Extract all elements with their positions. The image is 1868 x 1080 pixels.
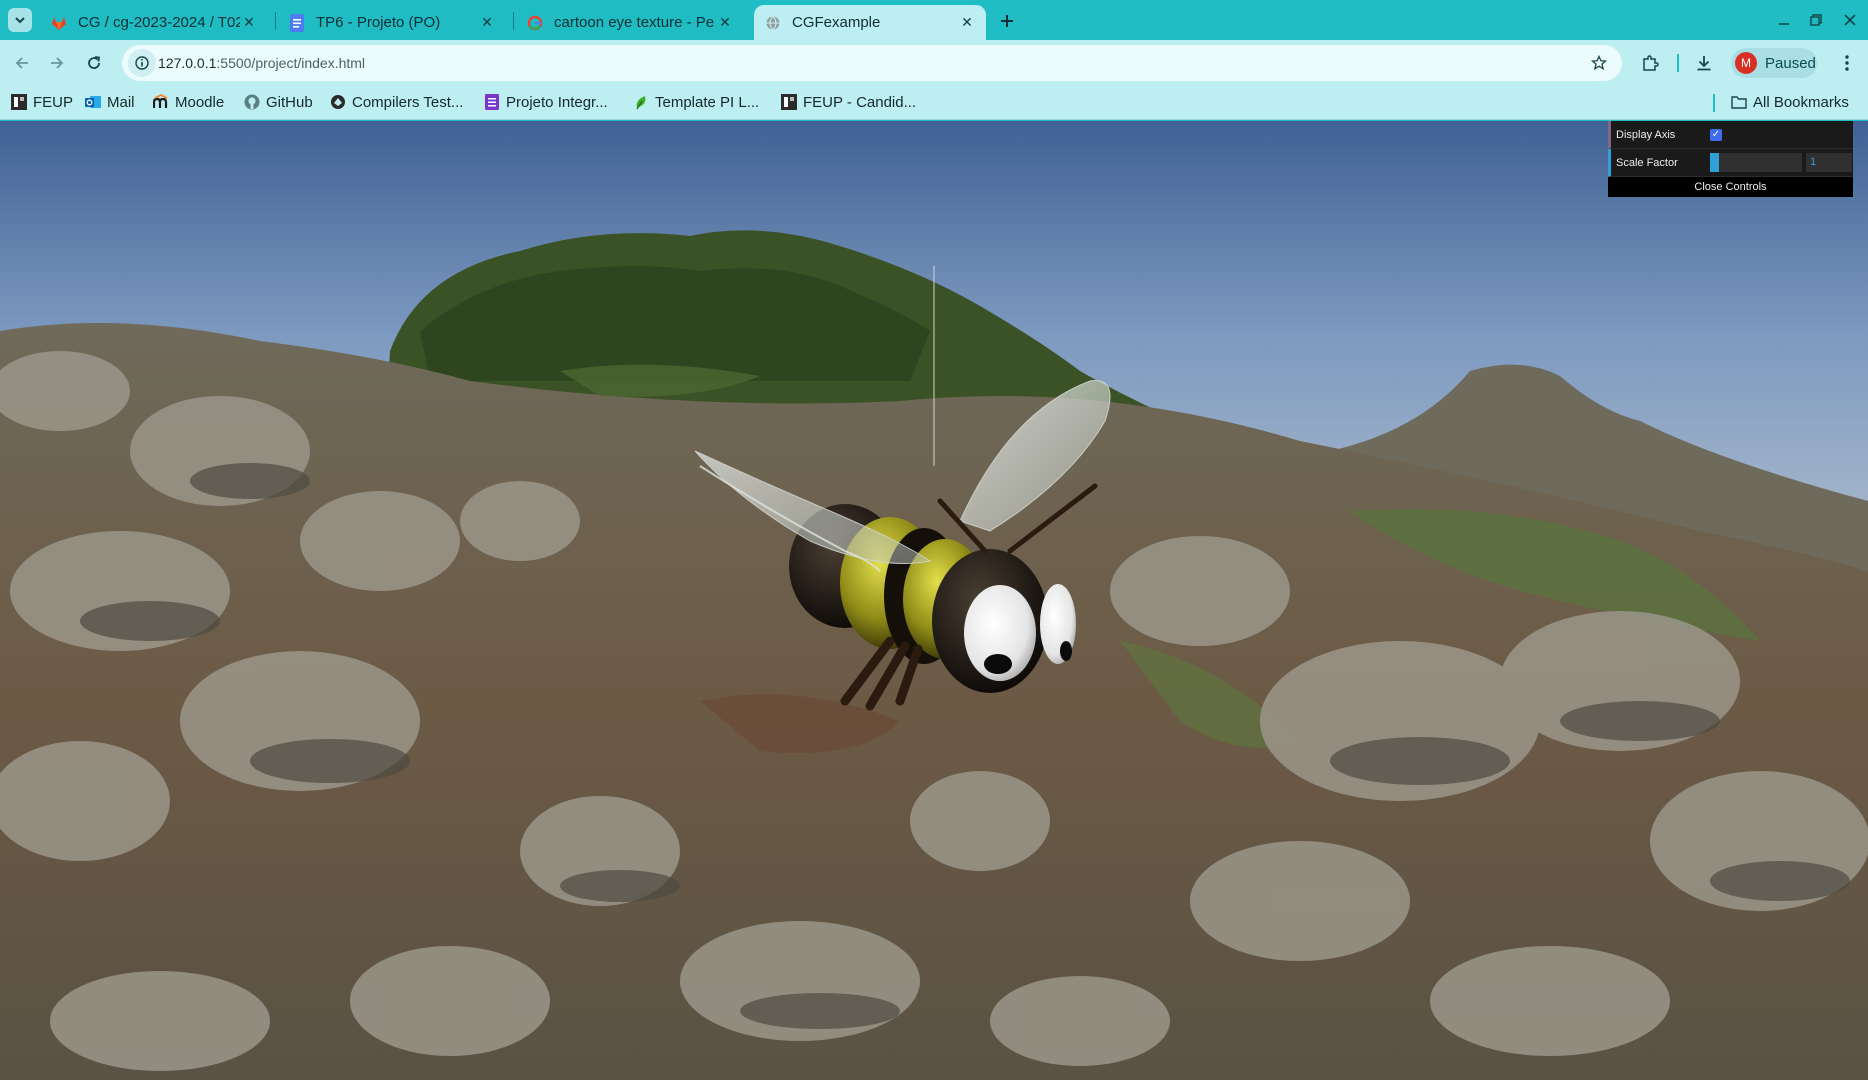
leaf-icon <box>633 94 649 110</box>
tab-search-button[interactable] <box>8 8 32 32</box>
bookmark-label: Mail <box>107 93 135 111</box>
forward-button[interactable] <box>42 48 72 78</box>
toolbar-separator <box>1677 54 1679 72</box>
bookmark-moodle[interactable]: Moodle <box>153 89 224 115</box>
close-icon <box>1844 14 1856 26</box>
reload-button[interactable] <box>79 48 109 78</box>
scale-factor-label: Scale Factor <box>1616 156 1678 169</box>
tab-docs[interactable]: TP6 - Projeto (PO) ✕ <box>278 5 506 40</box>
tab-strip: CG / cg-2023-2024 / T02 ✕ TP6 - Projeto … <box>0 0 1868 40</box>
scale-factor-row: Scale Factor 1 <box>1608 149 1853 177</box>
compilers-icon <box>330 94 346 110</box>
bookmark-star-button[interactable] <box>1588 52 1610 74</box>
profile-status: Paused <box>1765 54 1816 72</box>
moodle-icon <box>153 94 169 110</box>
outlook-icon <box>85 94 101 110</box>
back-button[interactable] <box>7 48 37 78</box>
close-icon[interactable]: ✕ <box>958 14 976 32</box>
minimize-icon <box>1779 23 1789 25</box>
extensions-button[interactable] <box>1637 50 1663 76</box>
scale-factor-slider-fill <box>1710 153 1720 172</box>
gitlab-icon <box>50 14 68 32</box>
chevron-down-icon <box>15 17 25 24</box>
tab-title: CG / cg-2023-2024 / T02 <box>78 14 240 31</box>
google-icon <box>526 14 544 32</box>
feup-icon <box>11 94 27 110</box>
display-axis-label: Display Axis <box>1616 128 1676 141</box>
puzzle-icon <box>1643 55 1659 71</box>
display-axis-row[interactable]: Display Axis ✓ <box>1608 121 1853 149</box>
new-tab-button[interactable] <box>994 8 1020 34</box>
site-info-button[interactable] <box>128 49 156 77</box>
plus-icon <box>1001 15 1013 27</box>
bookmark-label: Template PI L... <box>655 93 760 111</box>
bookmark-mail[interactable]: Mail <box>85 89 135 115</box>
minimize-button[interactable] <box>1770 8 1798 32</box>
close-icon[interactable]: ✕ <box>716 14 734 32</box>
bookmark-feup[interactable]: FEUP <box>11 89 73 115</box>
bookmark-github[interactable]: GitHub <box>244 89 313 115</box>
download-icon <box>1697 56 1711 71</box>
tab-title: TP6 - Projeto (PO) <box>316 14 441 31</box>
scene-render <box>0 121 1868 1080</box>
browser-menu-button[interactable] <box>1834 50 1860 76</box>
reload-icon <box>88 56 101 69</box>
info-icon <box>135 56 149 70</box>
kebab-menu-icon <box>1845 55 1849 71</box>
profile-button[interactable]: M Paused <box>1731 48 1817 78</box>
star-icon <box>1591 55 1607 71</box>
scale-factor-input[interactable]: 1 <box>1806 153 1852 172</box>
feup-icon <box>781 94 797 110</box>
list-icon <box>484 94 500 110</box>
tab-title: cartoon eye texture - Pe <box>554 14 715 31</box>
tab-separator <box>513 12 514 30</box>
downloads-button[interactable] <box>1691 50 1717 76</box>
arrow-left-icon <box>15 57 28 69</box>
controls-panel: Display Axis ✓ Scale Factor 1 Close Cont… <box>1608 121 1853 197</box>
bookmark-template-pi[interactable]: Template PI L... <box>633 89 759 115</box>
bookmark-label: Projeto Integr... <box>506 93 608 111</box>
avatar: M <box>1735 52 1757 74</box>
close-controls-button[interactable]: Close Controls <box>1608 177 1853 197</box>
display-axis-checkbox[interactable]: ✓ <box>1710 128 1722 141</box>
bookmark-projeto-integr[interactable]: Projeto Integr... <box>484 89 608 115</box>
bookmark-label: Compilers Test... <box>352 93 464 111</box>
scale-factor-slider[interactable] <box>1710 153 1802 172</box>
restore-icon <box>1810 14 1822 26</box>
bookmark-label: FEUP <box>33 93 74 111</box>
bookmark-label: Moodle <box>175 93 225 111</box>
bookmark-label: FEUP - Candid... <box>803 93 917 111</box>
tab-gitlab[interactable]: CG / cg-2023-2024 / T02 ✕ <box>40 5 268 40</box>
bookmarks-bar: FEUP Mail Moodle GitHub Compilers Test..… <box>0 85 1868 120</box>
close-icon[interactable]: ✕ <box>240 14 258 32</box>
tab-cgfexample[interactable]: CGFexample ✕ <box>754 5 986 40</box>
google-docs-icon <box>288 13 306 32</box>
url-path: :5500/project/index.html <box>216 55 366 71</box>
tab-title: CGFexample <box>792 14 881 31</box>
url-text[interactable]: 127.0.0.1:5500/project/index.html <box>158 45 365 81</box>
all-bookmarks-button[interactable]: All Bookmarks <box>1731 89 1849 115</box>
arrow-right-icon <box>51 57 64 69</box>
close-icon[interactable]: ✕ <box>478 14 496 32</box>
tab-google-search[interactable]: cartoon eye texture - Pe ✕ <box>516 5 744 40</box>
bookmark-compilers[interactable]: Compilers Test... <box>330 89 463 115</box>
webgl-canvas[interactable] <box>0 121 1868 1080</box>
restore-button[interactable] <box>1802 8 1830 32</box>
browser-toolbar: 127.0.0.1:5500/project/index.html M Paus… <box>0 40 1868 85</box>
tab-separator <box>275 12 276 30</box>
bookmark-label: GitHub <box>266 93 313 111</box>
github-icon <box>244 94 260 110</box>
folder-icon <box>1731 94 1747 110</box>
all-bookmarks-label: All Bookmarks <box>1753 93 1849 111</box>
globe-icon <box>764 14 782 32</box>
bookmarks-separator <box>1713 94 1715 112</box>
address-bar[interactable]: 127.0.0.1:5500/project/index.html <box>122 45 1622 81</box>
bookmark-feup-candid[interactable]: FEUP - Candid... <box>781 89 916 115</box>
close-window-button[interactable] <box>1836 8 1864 32</box>
url-host: 127.0.0.1 <box>158 55 217 71</box>
